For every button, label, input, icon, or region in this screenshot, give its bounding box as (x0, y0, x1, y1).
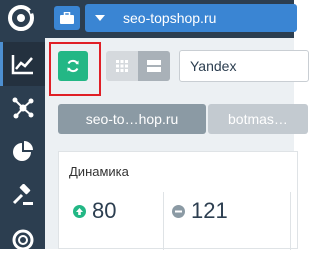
lifebuoy-icon (12, 229, 33, 251)
arrow-up-circle-icon (73, 204, 86, 218)
logo-icon (8, 5, 38, 31)
minus-circle-icon (172, 204, 185, 218)
pie-chart-icon (12, 141, 33, 161)
projects-button[interactable] (54, 6, 80, 30)
list-view-icon (147, 60, 161, 72)
refresh-icon (67, 59, 79, 73)
metric-neutral: 121 (172, 198, 228, 224)
refresh-button[interactable] (58, 51, 88, 81)
site-select-value: seo-topshop.ru (123, 10, 217, 26)
caret-down-icon (95, 15, 105, 21)
briefcase-icon (60, 12, 74, 24)
sidebar-item-charts[interactable] (0, 42, 45, 86)
tab-label: seo-to…hop.ru (85, 111, 179, 127)
grid-view-button[interactable] (106, 51, 138, 81)
left-sidebar (0, 0, 45, 251)
top-bar: seo-topshop.ru (45, 0, 297, 38)
metric-value: 121 (191, 198, 228, 223)
grid-icon (116, 60, 128, 72)
gavel-icon (12, 184, 33, 205)
main-content: Yandex seo-to…hop.ru botmas… Динамика 80… (45, 38, 309, 250)
divider (290, 192, 291, 250)
view-toggle (106, 51, 170, 81)
sidebar-item-help[interactable] (0, 218, 45, 262)
metric-value: 80 (92, 198, 117, 223)
card-title: Динамика (69, 164, 129, 179)
dynamics-card: Динамика 80 121 (58, 151, 298, 250)
sidebar-item-network[interactable] (0, 86, 45, 130)
list-view-button[interactable] (138, 51, 170, 81)
site-select[interactable]: seo-topshop.ru (85, 4, 297, 32)
sidebar-item-pie[interactable] (0, 130, 45, 174)
tab-site-2[interactable]: botmas… (208, 104, 308, 134)
search-engine-select[interactable]: Yandex (179, 50, 309, 82)
sidebar-item-gavel[interactable] (0, 174, 45, 218)
logo[interactable] (0, 0, 45, 38)
metric-up: 80 (73, 198, 116, 224)
search-engine-value: Yandex (190, 58, 237, 74)
tab-label: botmas… (228, 111, 288, 127)
divider (163, 192, 164, 250)
tab-site-1[interactable]: seo-to…hop.ru (58, 104, 206, 134)
network-icon (12, 97, 33, 119)
chart-icon (11, 55, 33, 75)
